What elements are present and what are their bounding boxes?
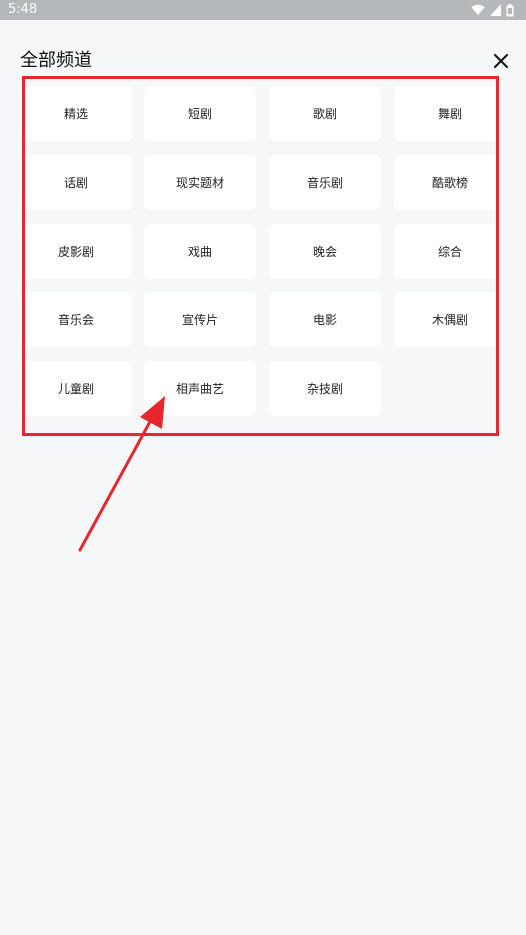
signal-icon [490,4,501,16]
channel-tile[interactable]: 现实题材 [144,155,256,210]
channel-tile[interactable]: 话剧 [20,155,132,210]
channel-tile[interactable]: 晚会 [269,224,381,279]
status-time: 5:48 [8,2,38,17]
channel-tile[interactable]: 短剧 [144,86,256,141]
channel-tile[interactable]: 酷歌榜 [394,155,498,210]
close-icon [492,52,510,70]
status-icons [471,3,514,17]
battery-icon [506,3,514,17]
channel-tile[interactable]: 杂技剧 [269,361,381,416]
channel-tile[interactable]: 综合 [394,224,498,279]
page-title: 全部频道 [20,50,92,71]
close-button[interactable] [492,52,510,70]
channel-grid: 精选 短剧 歌剧 舞剧 话剧 现实题材 音乐剧 酷歌榜 皮影剧 戏曲 晚会 综合… [20,86,498,418]
channel-tile[interactable]: 音乐剧 [269,155,381,210]
status-bar: 5:48 [0,0,526,20]
wifi-icon [471,4,485,16]
channel-tile[interactable]: 歌剧 [269,86,381,141]
channel-tile[interactable]: 戏曲 [144,224,256,279]
channel-tile[interactable]: 皮影剧 [20,224,132,279]
channel-tile[interactable]: 音乐会 [20,292,132,347]
channel-tile[interactable]: 精选 [20,86,132,141]
channel-tile[interactable]: 电影 [269,292,381,347]
channel-tile[interactable]: 舞剧 [394,86,498,141]
channel-tile[interactable]: 相声曲艺 [144,361,256,416]
channel-tile[interactable]: 宣传片 [144,292,256,347]
channel-tile[interactable]: 木偶剧 [394,292,498,347]
channel-tile[interactable]: 儿童剧 [20,361,132,416]
